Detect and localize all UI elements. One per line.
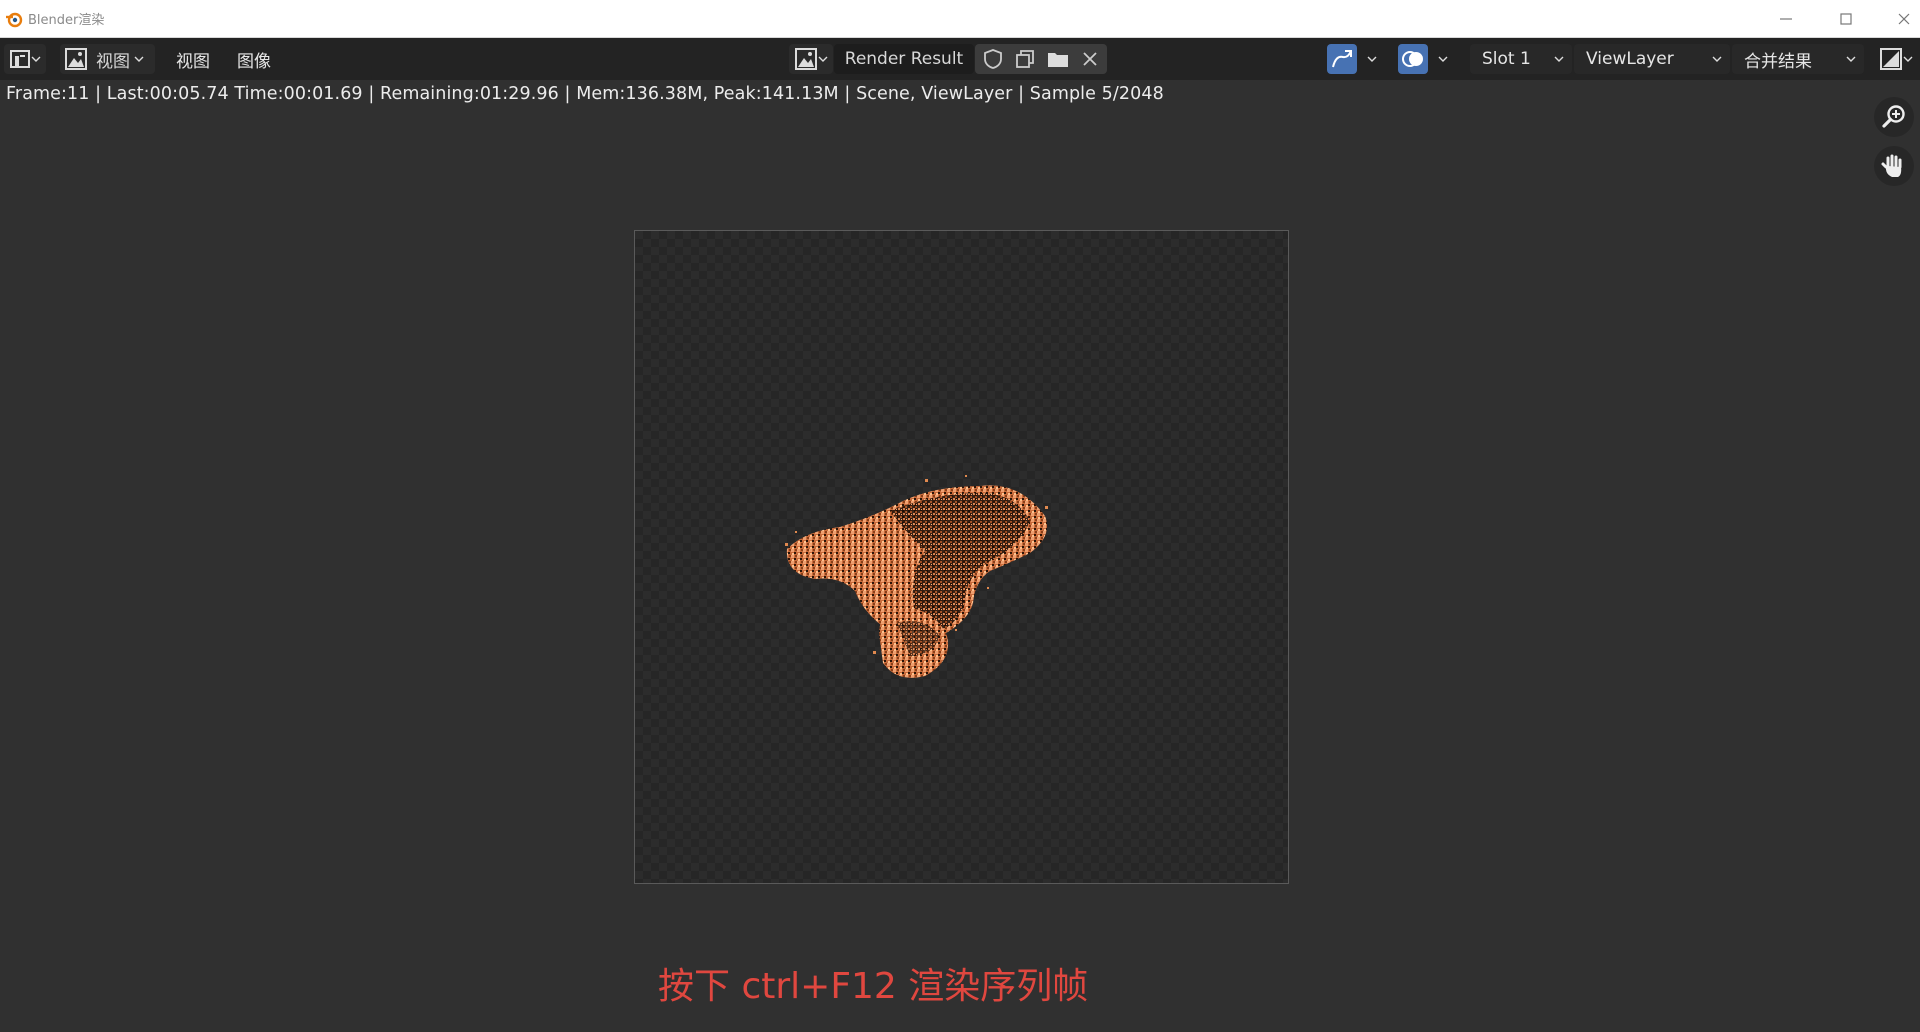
mode-dropdown[interactable]: 视图 bbox=[60, 44, 155, 74]
render-image bbox=[785, 475, 1048, 678]
display-channels-dropdown[interactable] bbox=[1874, 44, 1918, 74]
render-pass-dropdown[interactable]: 合并结果 bbox=[1732, 44, 1864, 74]
zoom-icon bbox=[1882, 105, 1905, 128]
minimize-icon bbox=[1780, 18, 1792, 20]
overlay-options-dropdown[interactable] bbox=[1431, 44, 1455, 74]
folder-icon[interactable] bbox=[1046, 48, 1070, 70]
slot-dropdown[interactable]: Slot 1 bbox=[1470, 44, 1572, 74]
close-icon bbox=[1898, 13, 1910, 25]
blender-logo-icon bbox=[6, 12, 23, 27]
render-pass-label: 合并结果 bbox=[1744, 51, 1812, 72]
image-name-field[interactable]: Render Result bbox=[834, 44, 974, 74]
sample-icon bbox=[1332, 50, 1352, 68]
render-status-text: Frame:11 | Last:00:05.74 Time:00:01.69 |… bbox=[6, 84, 1164, 104]
close-window-button[interactable] bbox=[1874, 0, 1920, 38]
chevron-down-icon bbox=[1903, 56, 1913, 62]
menu-view[interactable]: 视图 bbox=[176, 47, 210, 72]
window-titlebar: Blender渲染 bbox=[0, 0, 1920, 38]
chevron-down-icon bbox=[1712, 56, 1722, 62]
hand-icon bbox=[1881, 154, 1902, 177]
shield-icon[interactable] bbox=[982, 48, 1004, 70]
chevron-down-icon bbox=[134, 56, 144, 62]
mode-label: 视图 bbox=[96, 51, 130, 72]
chevron-down-icon bbox=[1846, 56, 1856, 62]
view-layer-dropdown[interactable]: ViewLayer bbox=[1574, 44, 1730, 74]
render-canvas[interactable] bbox=[634, 230, 1289, 884]
slot-label: Slot 1 bbox=[1482, 49, 1531, 69]
image-editor-icon bbox=[10, 50, 30, 68]
chevron-down-icon bbox=[1438, 56, 1448, 62]
maximize-button[interactable] bbox=[1816, 0, 1876, 38]
image-browse-button[interactable] bbox=[789, 44, 833, 74]
sample-options-dropdown[interactable] bbox=[1360, 44, 1384, 74]
close-icon[interactable] bbox=[1080, 49, 1100, 69]
image-editor-header: 视图 视图 图像 Render Result Slot 1 ViewLayer … bbox=[0, 38, 1920, 80]
zoom-button[interactable] bbox=[1874, 97, 1914, 137]
minimize-button[interactable] bbox=[1756, 0, 1816, 38]
chevron-down-icon bbox=[818, 56, 828, 62]
sample-tool-button[interactable] bbox=[1327, 44, 1357, 74]
duplicate-icon[interactable] bbox=[1014, 48, 1036, 70]
overlay-icon bbox=[1402, 51, 1423, 67]
editor-type-button[interactable] bbox=[4, 44, 46, 74]
image-actions-group bbox=[975, 44, 1107, 74]
display-channels-icon bbox=[1880, 48, 1902, 70]
pan-button[interactable] bbox=[1874, 146, 1914, 186]
menu-image[interactable]: 图像 bbox=[237, 47, 271, 72]
instruction-caption: 按下 ctrl+F12 渲染序列帧 bbox=[658, 966, 1089, 1007]
image-mode-icon bbox=[65, 48, 87, 70]
image-browse-icon bbox=[795, 48, 817, 70]
chevron-down-icon bbox=[31, 56, 41, 62]
overlay-toggle-button[interactable] bbox=[1398, 44, 1428, 74]
maximize-icon bbox=[1840, 13, 1852, 25]
chevron-down-icon bbox=[1367, 56, 1377, 62]
view-layer-label: ViewLayer bbox=[1586, 49, 1674, 69]
window-title: Blender渲染 bbox=[28, 13, 105, 28]
chevron-down-icon bbox=[1554, 56, 1564, 62]
